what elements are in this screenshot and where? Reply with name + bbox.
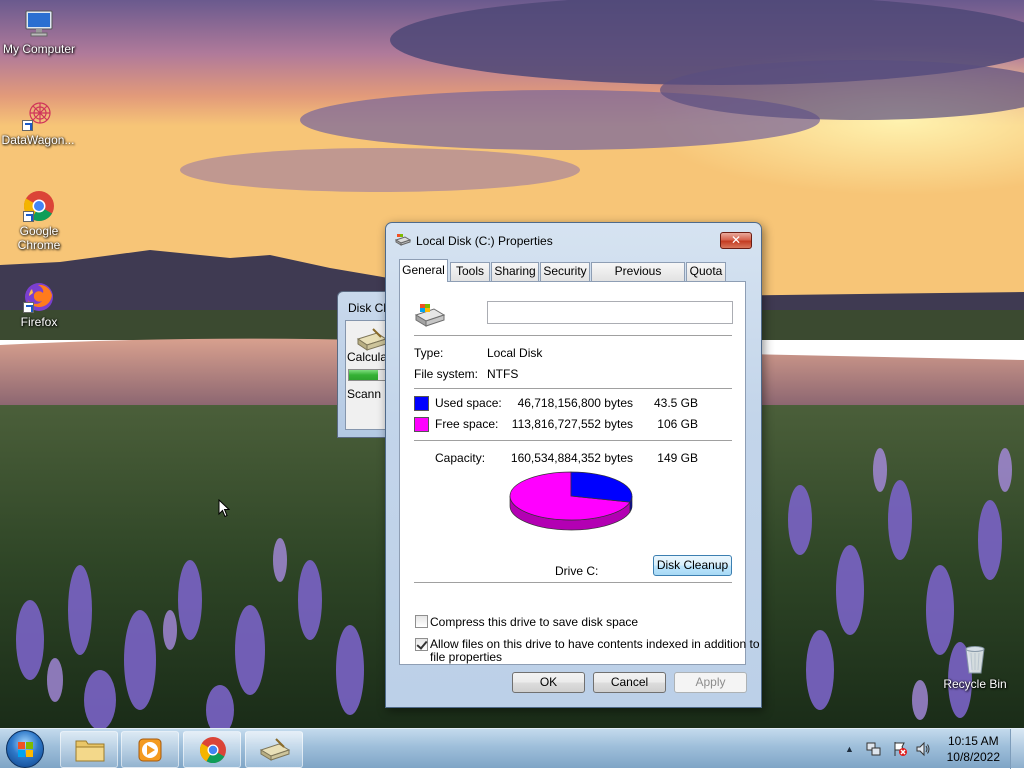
scan-text: Scann: [347, 387, 382, 401]
volume-icon[interactable]: [915, 741, 931, 757]
progress-fill: [349, 370, 378, 380]
computer-icon: [23, 8, 55, 40]
chrome-icon: [23, 190, 55, 222]
disk-cleanup-icon: [259, 738, 291, 761]
media-player-icon: [138, 738, 162, 762]
taskbar-disk-cleanup-button[interactable]: [245, 731, 303, 768]
clock-date: 10/8/2022: [946, 750, 1000, 764]
desktop-icon-label: Firefox: [20, 315, 58, 329]
tab-previous-versions[interactable]: Previous Versions: [591, 262, 685, 295]
type-label: Type:: [414, 346, 444, 360]
tab-label: Security: [543, 264, 587, 278]
shortcut-arrow-icon: [23, 302, 34, 313]
close-button[interactable]: ✕: [720, 232, 752, 249]
file-system-value: NTFS: [487, 367, 519, 381]
windows-logo-icon: [18, 742, 33, 757]
show-desktop-button[interactable]: [1010, 729, 1024, 769]
index-checkbox[interactable]: [415, 638, 428, 651]
divider: [414, 335, 732, 336]
clock-time: 10:15 AM: [947, 734, 999, 748]
general-tab-panel: Type: Local Disk File system: NTFS Used …: [399, 281, 760, 665]
shortcut-arrow-icon: [23, 211, 34, 222]
desktop-icon-label: DataWagon...: [1, 133, 75, 147]
compress-label: Compress this drive to save disk space: [430, 615, 639, 629]
chrome-icon: [199, 737, 226, 764]
capacity-label: Capacity:: [435, 451, 486, 465]
index-label-line2: file properties: [430, 650, 503, 664]
used-space-size: 43.5 GB: [653, 396, 698, 410]
divider: [414, 582, 732, 583]
free-space-bytes: 113,816,727,552 bytes: [511, 417, 633, 431]
taskbar-explorer-button[interactable]: [60, 731, 118, 768]
desktop-icon-my-computer[interactable]: My Computer: [1, 8, 77, 56]
free-space-size: 106 GB: [657, 417, 698, 431]
close-icon: ✕: [730, 233, 742, 247]
taskbar-media-player-button[interactable]: [121, 731, 179, 768]
desktop-icon-firefox[interactable]: Firefox: [1, 281, 77, 329]
taskbar-clock[interactable]: 10:15 AM 10/8/2022: [947, 733, 1000, 765]
used-space-swatch: [414, 396, 429, 411]
folder-icon: [75, 740, 105, 762]
capacity-size: 149 GB: [657, 451, 698, 465]
firefox-icon: [23, 281, 55, 313]
capacity-bytes: 160,534,884,352 bytes: [510, 451, 633, 465]
tab-label: Quota: [689, 264, 723, 278]
shortcut-arrow-icon: [22, 120, 33, 131]
desktop-icon-label: My Computer: [2, 42, 76, 56]
tab-general[interactable]: General: [399, 259, 448, 282]
tab-label: Sharing: [494, 264, 536, 278]
start-button[interactable]: [6, 730, 44, 768]
tab-label: General: [402, 263, 445, 277]
drive-name-input[interactable]: [487, 301, 733, 324]
desktop-icon-recycle-bin[interactable]: Recycle Bin: [937, 643, 1013, 691]
free-space-swatch: [414, 417, 429, 432]
file-system-label: File system:: [414, 367, 479, 381]
desktop-icon-google-chrome[interactable]: Google Chrome: [1, 190, 77, 252]
desktop-icon-label: Recycle Bin: [943, 677, 1007, 691]
tab-label: Tools: [455, 264, 484, 278]
used-space-label: Used space:: [435, 396, 502, 410]
divider: [414, 388, 732, 389]
datawagon-icon: [22, 99, 54, 131]
index-label: Allow files on this drive to have conten…: [430, 638, 760, 664]
chevron-up-icon: ▲: [845, 744, 854, 754]
dialog-title: Local Disk (C:) Properties: [416, 234, 553, 248]
type-value: Local Disk: [487, 346, 543, 360]
drive-icon: [394, 233, 412, 247]
compress-checkbox[interactable]: [415, 615, 428, 628]
recycle-bin-icon: [959, 643, 991, 675]
network-icon[interactable]: [866, 741, 882, 757]
tab-quota[interactable]: Quota: [686, 262, 726, 281]
tab-tools[interactable]: Tools: [450, 262, 490, 281]
disk-usage-pie-chart: [509, 471, 633, 531]
mouse-cursor-icon: [218, 499, 230, 518]
desktop-icon-label: Google Chrome: [17, 224, 61, 252]
properties-dialog[interactable]: Local Disk (C:) Properties ✕ General Too…: [385, 222, 762, 708]
tab-security[interactable]: Security: [540, 262, 590, 281]
desktop-icon-datawagon[interactable]: DataWagon...: [0, 99, 76, 147]
cancel-button[interactable]: Cancel: [593, 672, 666, 693]
taskbar: ▲ 10:15 AM 10/8/2022: [0, 728, 1024, 769]
ok-button[interactable]: OK: [512, 672, 585, 693]
windows-drive-icon: [414, 302, 446, 328]
show-hidden-icons-button[interactable]: ▲: [845, 741, 861, 757]
divider: [414, 440, 732, 441]
free-space-label: Free space:: [435, 417, 499, 431]
status-text: Calcula: [347, 350, 388, 364]
used-space-bytes: 46,718,156,800 bytes: [517, 396, 633, 410]
apply-button[interactable]: Apply: [674, 672, 747, 693]
taskbar-chrome-button[interactable]: [183, 731, 241, 768]
drive-label: Drive C:: [555, 564, 599, 578]
action-center-flag-icon[interactable]: [892, 741, 908, 757]
tab-sharing[interactable]: Sharing: [491, 262, 539, 281]
disk-cleanup-button[interactable]: Disk Cleanup: [653, 555, 732, 576]
